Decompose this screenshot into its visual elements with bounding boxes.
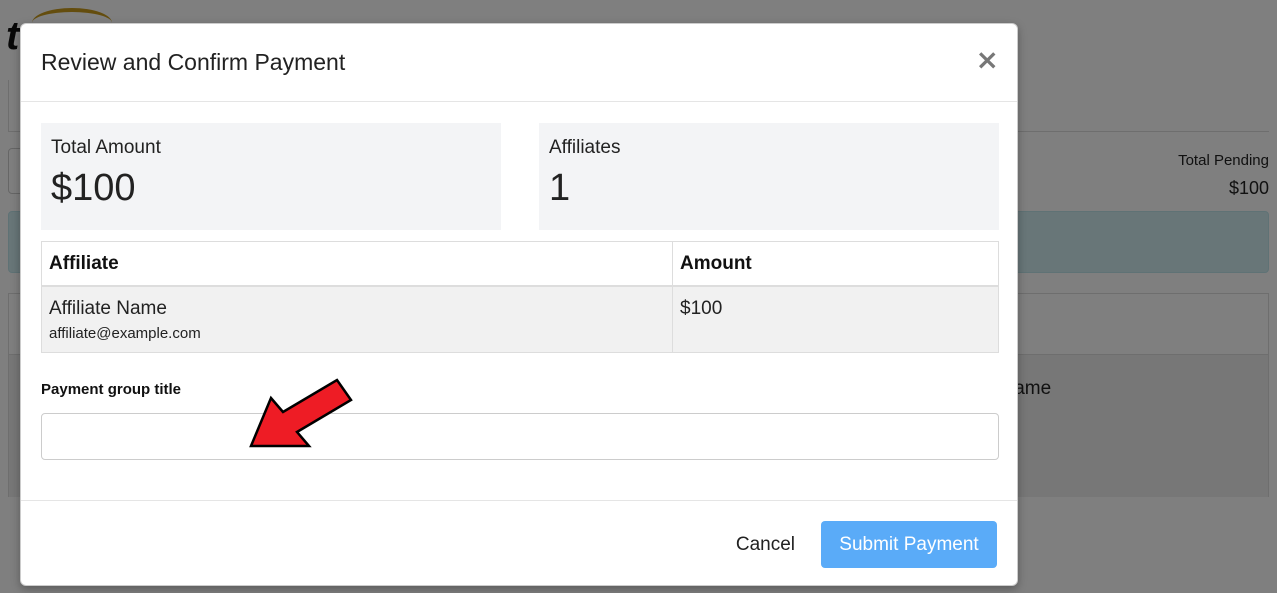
close-icon[interactable]: × (976, 46, 999, 74)
affiliates-label: Affiliates (549, 137, 621, 158)
column-header-affiliate: Affiliate (41, 241, 673, 287)
table-row: Affiliate Name affiliate@example.com $10… (41, 285, 999, 353)
payment-modal: Review and Confirm Payment × Total Amoun… (20, 23, 1018, 586)
column-header-amount: Amount (672, 241, 999, 287)
affiliate-email: affiliate@example.com (49, 324, 201, 342)
total-amount-card: Total Amount $100 (41, 123, 501, 230)
arrow-shape (249, 378, 353, 448)
modal-footer: Cancel Submit Payment (21, 500, 1017, 586)
total-amount-value: $100 (51, 167, 136, 209)
payment-group-title-input[interactable] (41, 413, 999, 460)
affiliates-table: Affiliate Amount Affiliate Name affiliat… (41, 241, 999, 353)
modal-title: Review and Confirm Payment (41, 49, 346, 75)
table-header-row: Affiliate Amount (41, 241, 999, 287)
cancel-button[interactable]: Cancel (736, 521, 795, 568)
affiliate-name: Affiliate Name (49, 297, 167, 319)
affiliate-cell: Affiliate Name affiliate@example.com (41, 285, 673, 353)
affiliates-count: 1 (549, 167, 571, 209)
submit-payment-button[interactable]: Submit Payment (821, 521, 997, 568)
total-amount-label: Total Amount (51, 137, 161, 158)
annotation-arrow-icon (249, 378, 353, 448)
modal-header: Review and Confirm Payment × (21, 24, 1017, 102)
payment-group-title-label: Payment group title (41, 381, 182, 398)
affiliates-card: Affiliates 1 (539, 123, 999, 230)
amount-cell: $100 (672, 285, 999, 353)
